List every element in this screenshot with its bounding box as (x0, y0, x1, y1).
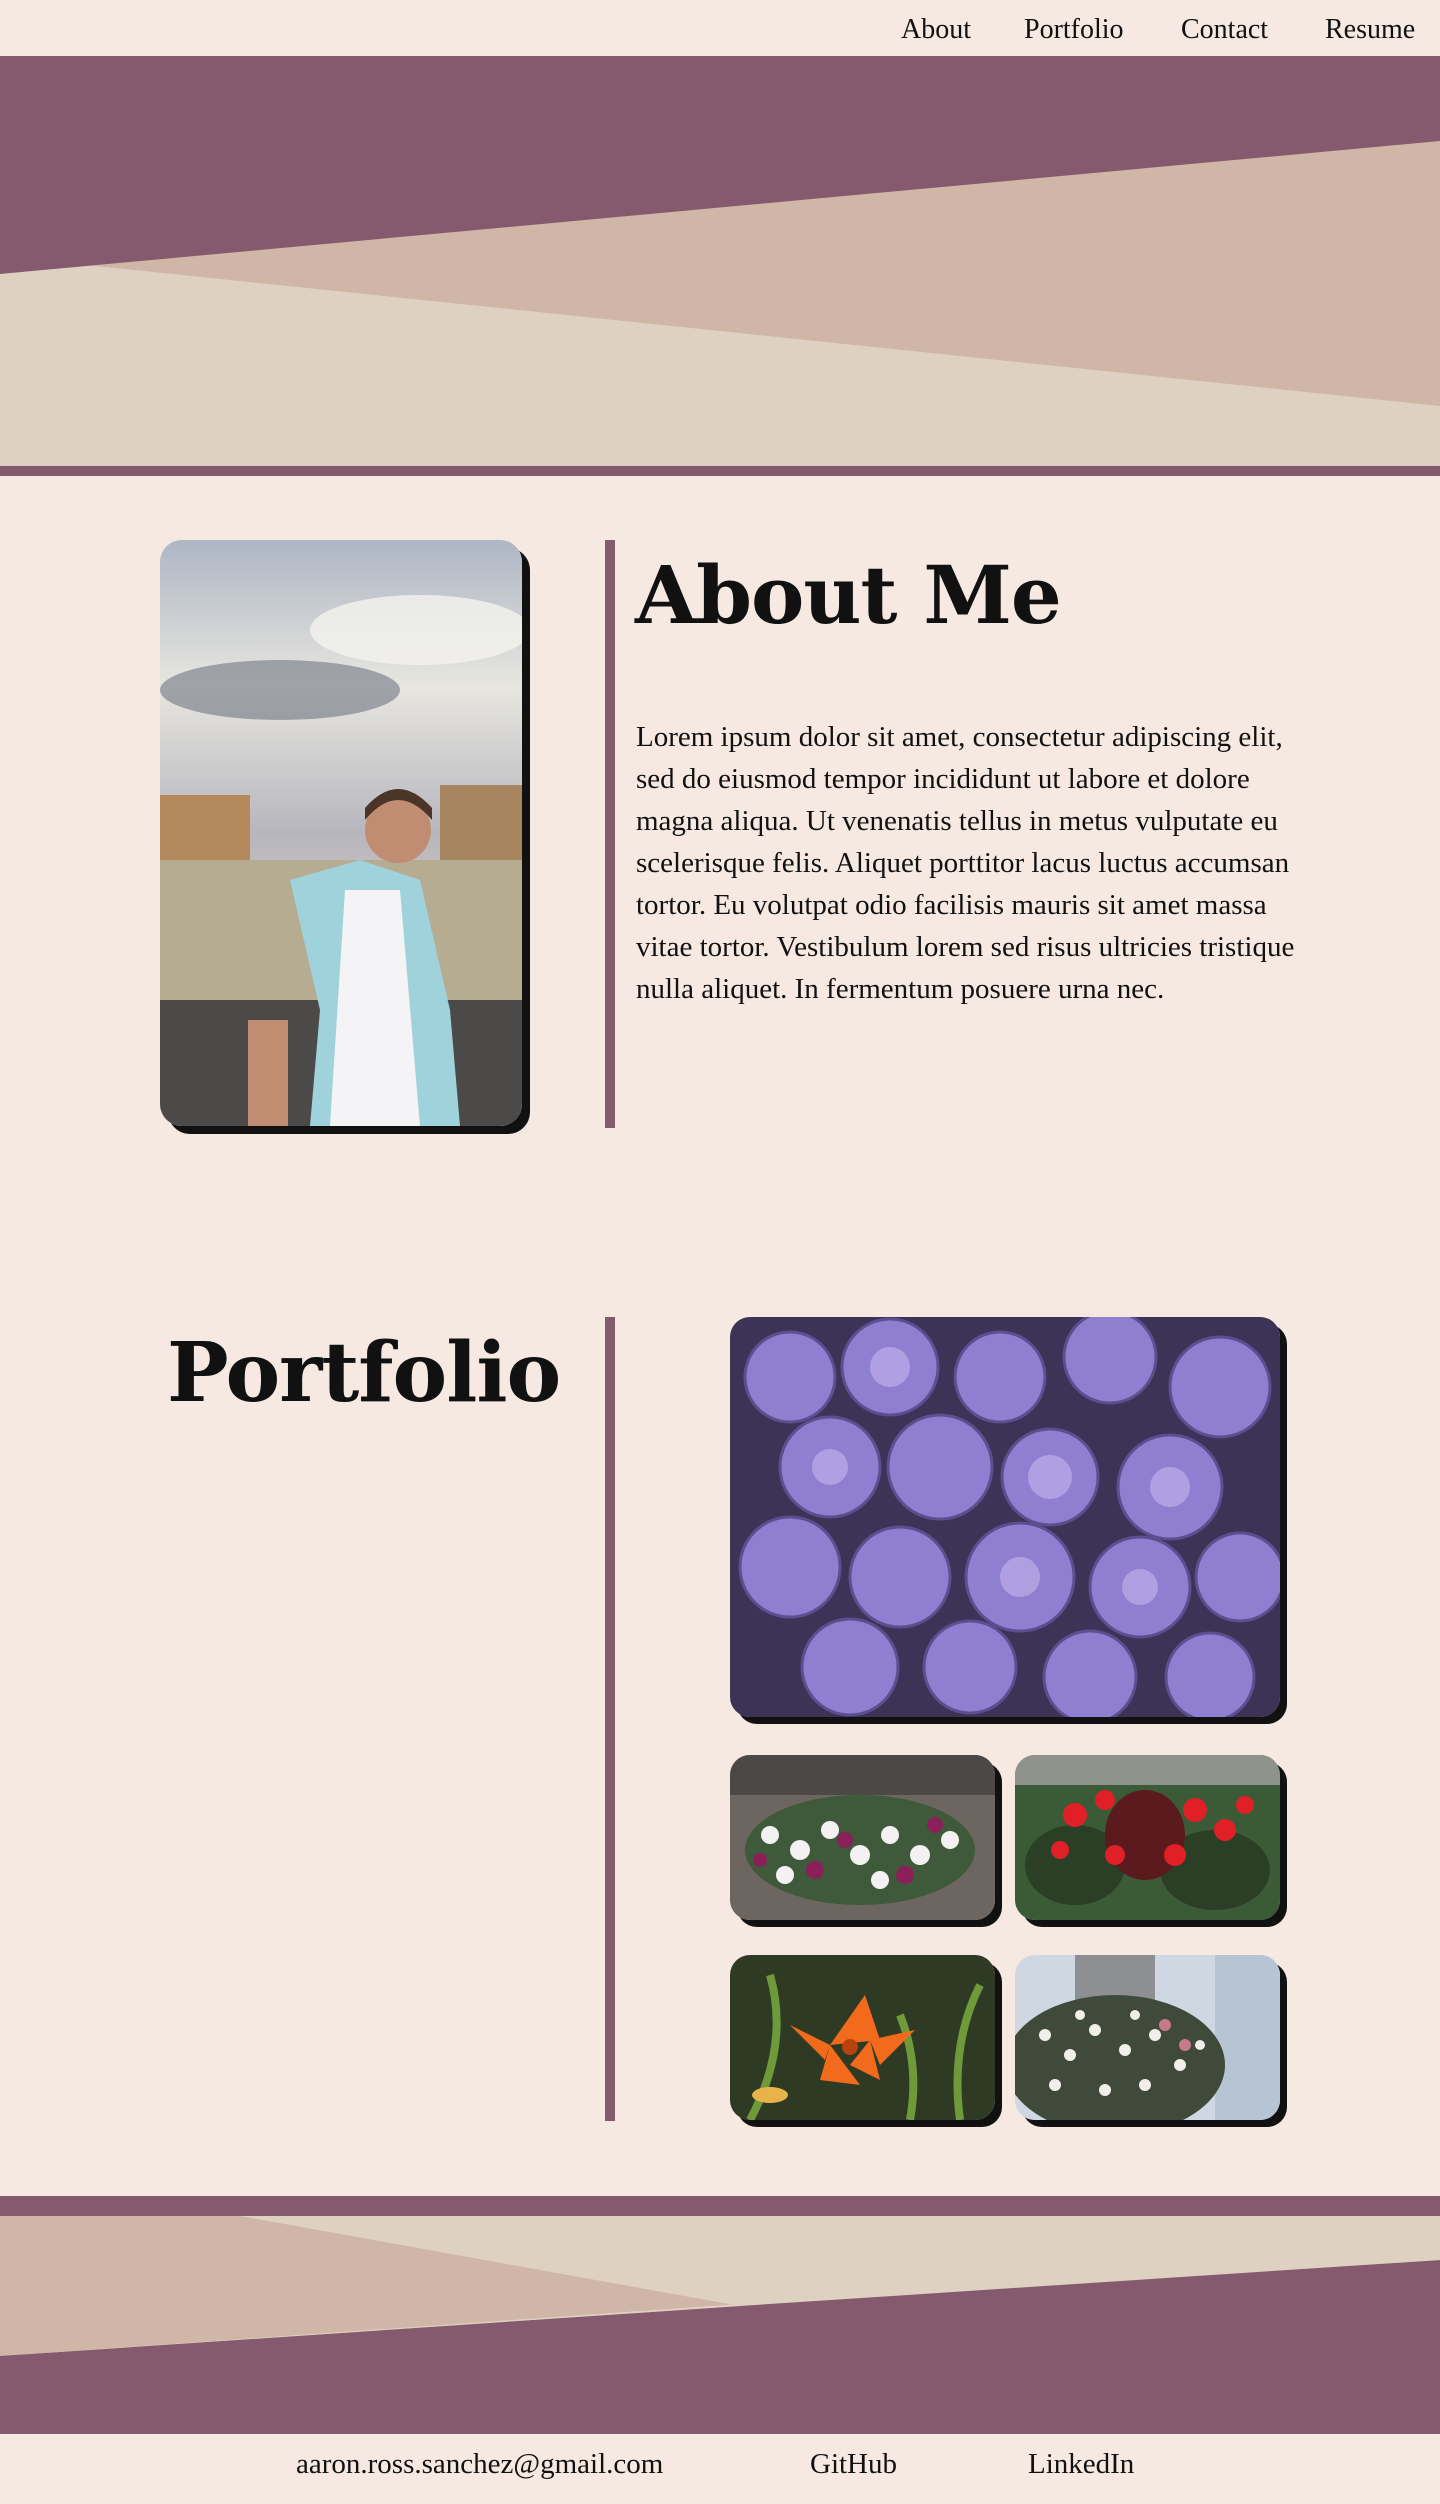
nav-contact-link[interactable]: Contact (1181, 14, 1268, 46)
footer-github-link[interactable]: GitHub (810, 2448, 897, 2481)
profile-photo (160, 540, 522, 1126)
nav-about-link[interactable]: About (901, 14, 971, 46)
top-nav: About Portfolio Contact Resume (0, 0, 1440, 56)
portfolio-heading: Portfolio (167, 1325, 561, 1421)
portfolio-image-white-flowers[interactable] (730, 1755, 995, 1920)
portfolio-image-red-flowers[interactable] (1015, 1755, 1280, 1920)
portfolio-divider (605, 1317, 615, 2121)
footer-linkedin-link[interactable]: LinkedIn (1028, 2448, 1134, 2481)
hero-banner (0, 56, 1440, 476)
footer: aaron.ross.sanchez@gmail.com GitHub Link… (0, 2434, 1440, 2504)
about-divider (605, 540, 615, 1128)
nav-resume-link[interactable]: Resume (1325, 14, 1415, 46)
nav-portfolio-link[interactable]: Portfolio (1024, 14, 1124, 46)
footer-banner (0, 2196, 1440, 2434)
about-heading: About Me (635, 548, 1062, 642)
footer-email-link[interactable]: aaron.ross.sanchez@gmail.com (296, 2448, 663, 2481)
about-paragraph: Lorem ipsum dolor sit amet, consectetur … (636, 721, 1295, 1005)
portfolio-image-orange-lily[interactable] (730, 1955, 995, 2120)
portfolio-image-white-blossoms[interactable] (1015, 1955, 1280, 2120)
portfolio-image-hydrangea[interactable] (730, 1317, 1280, 1717)
